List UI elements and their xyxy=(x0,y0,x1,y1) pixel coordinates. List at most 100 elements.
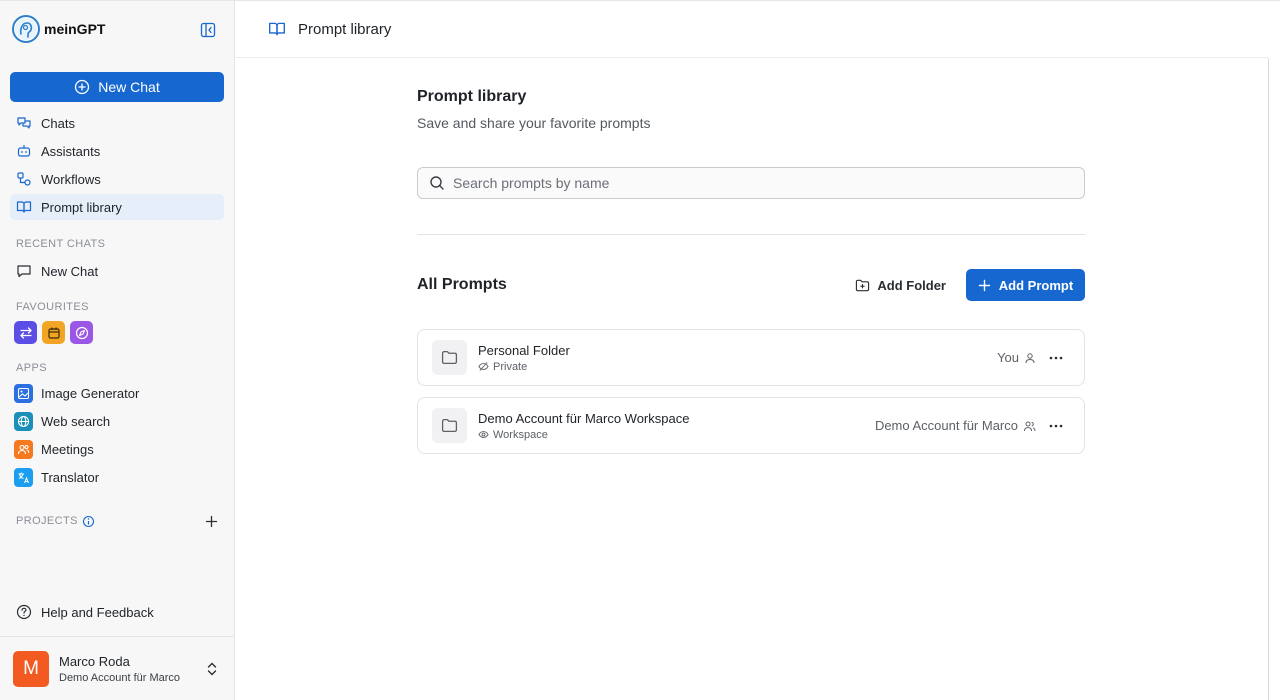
sidebar-item-prompt-library[interactable]: Prompt library xyxy=(10,194,224,220)
main-content: Prompt library Prompt library Save and s… xyxy=(235,1,1280,700)
recent-chat-item[interactable]: New Chat xyxy=(10,258,224,284)
header-actions: Add Folder Add Prompt xyxy=(855,269,1085,301)
plus-circle-icon xyxy=(75,79,90,95)
add-folder-label: Add Folder xyxy=(877,277,946,293)
more-horizontal-icon xyxy=(1049,424,1063,428)
user-info: Marco Roda Demo Account für Marco xyxy=(59,654,180,684)
folder-visibility-label: Private xyxy=(493,360,528,373)
sidebar-toggle-icon xyxy=(200,22,216,38)
brand[interactable]: meinGPT xyxy=(12,13,105,45)
plus-icon xyxy=(978,279,990,291)
user-name: Marco Roda xyxy=(59,654,130,669)
apps-list: Image Generator Web search Meetings Tran… xyxy=(10,380,224,492)
search-input[interactable] xyxy=(453,168,1084,198)
app-label: Image Generator xyxy=(41,385,140,401)
chat-bubble-icon xyxy=(17,265,31,278)
translate-icon xyxy=(14,467,33,487)
folder-visibility: Private xyxy=(478,361,570,373)
eye-off-icon xyxy=(478,362,489,371)
folder-visibility-label: Workspace xyxy=(493,428,548,441)
book-icon xyxy=(269,22,285,36)
help-and-feedback-link[interactable]: Help and Feedback xyxy=(10,599,224,625)
book-icon xyxy=(16,201,32,213)
all-prompts-header: All Prompts Add Folder Add Prompt xyxy=(417,269,1085,301)
favourite-compass[interactable] xyxy=(70,321,93,344)
new-chat-label: New Chat xyxy=(98,79,160,95)
sidebar-item-chats[interactable]: Chats xyxy=(10,110,224,136)
folder-name: Personal Folder xyxy=(478,342,570,358)
globe-icon xyxy=(14,411,33,431)
user-account-switcher[interactable]: M Marco Roda Demo Account für Marco xyxy=(0,636,234,700)
search-icon xyxy=(430,176,444,190)
right-panel-edge xyxy=(1268,58,1280,700)
projects-label: PROJECTS xyxy=(16,515,78,527)
app-label: Translator xyxy=(41,469,100,485)
meingpt-logo-icon xyxy=(12,15,40,43)
info-icon[interactable] xyxy=(82,515,95,528)
add-prompt-label: Add Prompt xyxy=(998,277,1074,293)
folder-text: Personal Folder Private xyxy=(478,343,570,373)
folder-owner: You xyxy=(997,350,1036,365)
sidebar-item-assistants[interactable]: Assistants xyxy=(10,138,224,164)
top-bar-title: Prompt library xyxy=(298,20,392,38)
add-prompt-button[interactable]: Add Prompt xyxy=(966,269,1085,301)
main-nav: Chats Assistants Workflows Prompt librar… xyxy=(10,110,224,222)
avatar: M xyxy=(13,651,49,687)
folder-owner: Demo Account für Marco xyxy=(875,418,1036,433)
folder-visibility: Workspace xyxy=(478,429,689,441)
all-prompts-title: All Prompts xyxy=(417,276,507,293)
app-label: Web search xyxy=(41,413,111,429)
user-organization: Demo Account für Marco xyxy=(59,672,181,684)
compass-icon xyxy=(75,326,88,339)
app-translator[interactable]: Translator xyxy=(10,464,224,490)
new-chat-button[interactable]: New Chat xyxy=(10,72,224,102)
more-horizontal-icon xyxy=(1049,356,1063,360)
recent-chats-heading: RECENT CHATS xyxy=(16,238,106,250)
sidebar: meinGPT New Chat Chats Assistants Workfl… xyxy=(0,1,235,700)
app-web-search[interactable]: Web search xyxy=(10,408,224,434)
top-bar: Prompt library xyxy=(235,1,1268,58)
sidebar-item-label: Chats xyxy=(41,115,75,131)
robot-icon xyxy=(17,145,31,157)
folder-icon xyxy=(432,340,467,375)
image-icon xyxy=(14,383,33,403)
folder-card-personal[interactable]: Personal Folder Private You xyxy=(417,329,1085,386)
folder-card-workspace[interactable]: Demo Account für Marco Workspace Workspa… xyxy=(417,397,1085,454)
favourite-calendar[interactable] xyxy=(42,321,65,344)
sidebar-item-label: Prompt library xyxy=(41,199,122,215)
app-image-generator[interactable]: Image Generator xyxy=(10,380,224,406)
eye-icon xyxy=(478,431,489,438)
add-folder-button[interactable]: Add Folder xyxy=(855,278,946,293)
app-label: Meetings xyxy=(41,441,94,457)
apps-heading: APPS xyxy=(16,362,47,374)
favourites-heading: FAVOURITES xyxy=(16,301,89,313)
divider xyxy=(417,234,1085,235)
add-project-plus-icon[interactable] xyxy=(205,515,218,528)
page-subtitle: Save and share your favorite prompts xyxy=(417,115,651,131)
sidebar-item-workflows[interactable]: Workflows xyxy=(10,166,224,192)
user-icon xyxy=(1025,352,1035,363)
search-box xyxy=(417,167,1085,199)
folder-more-options-button[interactable] xyxy=(1048,350,1064,366)
chevron-up-down-icon xyxy=(207,662,217,676)
page-title: Prompt library xyxy=(417,88,527,105)
folder-list: Personal Folder Private You Demo Account… xyxy=(417,329,1085,454)
sidebar-item-label: Workflows xyxy=(41,171,101,187)
folder-more-options-button[interactable] xyxy=(1048,418,1064,434)
projects-row: PROJECTS xyxy=(16,513,218,529)
help-label: Help and Feedback xyxy=(41,604,154,620)
folder-icon xyxy=(432,408,467,443)
folder-owner-label: You xyxy=(997,350,1019,365)
favourite-swap[interactable] xyxy=(14,321,37,344)
people-icon xyxy=(14,439,33,459)
folder-owner-label: Demo Account für Marco xyxy=(874,418,1018,433)
calendar-icon xyxy=(47,327,60,339)
sidebar-item-label: Assistants xyxy=(41,143,101,159)
projects-heading: PROJECTS xyxy=(16,515,95,528)
prompt-library-page: Prompt library Save and share your favor… xyxy=(417,88,1085,465)
app-meetings[interactable]: Meetings xyxy=(10,436,224,462)
collapse-sidebar-button[interactable] xyxy=(199,21,217,39)
swap-arrows-icon xyxy=(19,326,32,339)
users-icon xyxy=(1024,421,1036,431)
folder-name: Demo Account für Marco Workspace xyxy=(478,410,690,426)
